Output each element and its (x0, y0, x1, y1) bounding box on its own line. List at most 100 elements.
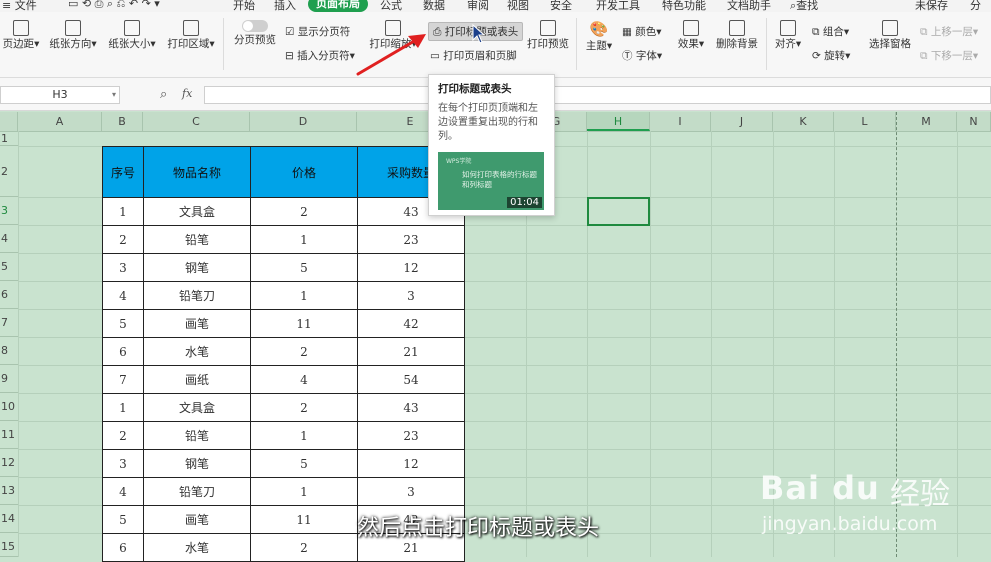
menu-review[interactable]: 审阅 (467, 0, 489, 12)
menu-view[interactable]: 视图 (507, 0, 529, 12)
table-cell[interactable]: 23 (357, 421, 465, 450)
table-cell[interactable]: 2 (102, 421, 144, 450)
delete-background-button[interactable]: 删除背景 (712, 20, 762, 51)
zoom-search-icon[interactable]: ⌕ (160, 87, 167, 102)
group-button[interactable]: ⧉ 组合▾ (812, 24, 849, 39)
header-footer-button[interactable]: ▭ 打印页眉和页脚 (430, 48, 517, 63)
menu-file[interactable]: ≡ 文件 (2, 0, 37, 12)
paper-size-button[interactable]: 纸张大小▾ (104, 20, 160, 51)
table-cell[interactable]: 6 (102, 337, 144, 366)
row-header[interactable]: 2 (0, 146, 18, 197)
row-header[interactable]: 5 (0, 253, 18, 281)
table-cell[interactable]: 文具盒 (143, 197, 251, 226)
effects-button[interactable]: 效果▾ (674, 20, 708, 51)
table-cell[interactable]: 铅笔 (143, 421, 251, 450)
table-cell[interactable]: 42 (357, 309, 465, 338)
table-cell[interactable]: 2 (102, 225, 144, 254)
menu-doc-assistant[interactable]: 文档助手 (727, 0, 771, 12)
table-cell[interactable]: 水笔 (143, 533, 251, 562)
menu-formulas[interactable]: 公式 (380, 0, 402, 12)
table-cell[interactable]: 2 (250, 393, 358, 422)
row-header-selected[interactable]: 3 (0, 197, 18, 225)
row-header[interactable]: 10 (0, 393, 18, 421)
header-cell-index[interactable]: 序号 (102, 146, 144, 198)
column-header-selected[interactable]: H (587, 112, 650, 131)
table-cell[interactable]: 钢笔 (143, 253, 251, 282)
table-cell[interactable]: 5 (250, 449, 358, 478)
table-cell[interactable]: 21 (357, 337, 465, 366)
table-cell[interactable]: 画笔 (143, 505, 251, 534)
row-header[interactable]: 4 (0, 225, 18, 253)
table-cell[interactable]: 5 (102, 505, 144, 534)
theme-button[interactable]: 🎨 主题▾ (583, 20, 615, 53)
show-page-break-checkbox[interactable]: ☑ 显示分页符 (285, 24, 350, 39)
table-cell[interactable]: 4 (102, 281, 144, 310)
row-header[interactable]: 12 (0, 449, 18, 477)
table-cell[interactable]: 54 (357, 365, 465, 394)
column-header[interactable]: J (711, 112, 773, 131)
colors-button[interactable]: ▦ 颜色▾ (622, 24, 662, 39)
menu-home[interactable]: 开始 (233, 0, 255, 12)
row-header[interactable]: 6 (0, 281, 18, 309)
menu-quick-tools[interactable]: ▭ ⟲ ⎙ ⌕ ⎌ ↶ ↷ ▾ (68, 0, 160, 11)
column-header[interactable]: L (834, 112, 896, 131)
table-cell[interactable]: 2 (250, 533, 358, 562)
column-header[interactable]: D (250, 112, 357, 131)
print-area-button[interactable]: 打印区域▾ (163, 20, 219, 51)
header-cell-price[interactable]: 价格 (250, 146, 358, 198)
table-cell[interactable]: 6 (102, 533, 144, 562)
table-cell[interactable]: 铅笔刀 (143, 281, 251, 310)
table-cell[interactable]: 钢笔 (143, 449, 251, 478)
table-cell[interactable]: 文具盒 (143, 393, 251, 422)
column-header[interactable]: C (143, 112, 250, 131)
share-button[interactable]: 分 (970, 0, 981, 12)
select-all-corner[interactable] (0, 112, 18, 131)
column-header[interactable]: B (102, 112, 143, 131)
table-cell[interactable]: 4 (102, 477, 144, 506)
row-header[interactable]: 14 (0, 505, 18, 533)
table-cell[interactable]: 1 (102, 393, 144, 422)
table-cell[interactable]: 1 (250, 421, 358, 450)
formula-input[interactable] (204, 86, 991, 104)
row-header[interactable]: 15 (0, 533, 18, 557)
table-cell[interactable]: 11 (250, 505, 358, 534)
table-cell[interactable]: 1 (250, 281, 358, 310)
table-cell[interactable]: 1 (250, 477, 358, 506)
active-cell[interactable] (587, 197, 650, 226)
table-cell[interactable]: 23 (357, 225, 465, 254)
menu-insert[interactable]: 插入 (274, 0, 296, 12)
table-cell[interactable]: 5 (102, 309, 144, 338)
table-cell[interactable]: 水笔 (143, 337, 251, 366)
table-cell[interactable]: 铅笔刀 (143, 477, 251, 506)
table-cell[interactable]: 1 (102, 197, 144, 226)
page-break-preview-button[interactable]: 分页预览 (230, 20, 280, 47)
table-cell[interactable]: 12 (357, 449, 465, 478)
menu-data[interactable]: 数据 (423, 0, 445, 12)
row-header[interactable]: 8 (0, 337, 18, 365)
menu-security[interactable]: 安全 (550, 0, 572, 12)
column-header[interactable]: I (650, 112, 711, 131)
header-cell-item-name[interactable]: 物品名称 (143, 146, 251, 198)
table-cell[interactable]: 画纸 (143, 365, 251, 394)
row-header[interactable]: 9 (0, 365, 18, 393)
rotate-button[interactable]: ⟳ 旋转▾ (812, 48, 850, 63)
function-icon[interactable]: fx (182, 87, 192, 100)
table-cell[interactable]: 43 (357, 393, 465, 422)
send-backward-button[interactable]: ⧉ 下移一层▾ (920, 48, 978, 63)
fonts-button[interactable]: Ⓣ 字体▾ (622, 48, 662, 63)
table-cell[interactable]: 7 (102, 365, 144, 394)
name-box[interactable]: H3 ▾ (0, 86, 120, 104)
table-cell[interactable]: 2 (250, 197, 358, 226)
table-cell[interactable]: 3 (102, 253, 144, 282)
menu-special[interactable]: 特色功能 (662, 0, 706, 12)
column-header[interactable]: M (896, 112, 957, 131)
table-cell[interactable]: 5 (250, 253, 358, 282)
selection-pane-button[interactable]: 选择窗格 (866, 20, 914, 51)
insert-page-break-button[interactable]: ⊟ 插入分页符▾ (285, 48, 355, 63)
table-cell[interactable]: 4 (250, 365, 358, 394)
print-preview-button[interactable]: 打印预览 (525, 20, 571, 51)
row-header[interactable]: 11 (0, 421, 18, 449)
table-cell[interactable]: 12 (357, 253, 465, 282)
row-header[interactable]: 13 (0, 477, 18, 505)
column-header[interactable]: N (957, 112, 991, 131)
